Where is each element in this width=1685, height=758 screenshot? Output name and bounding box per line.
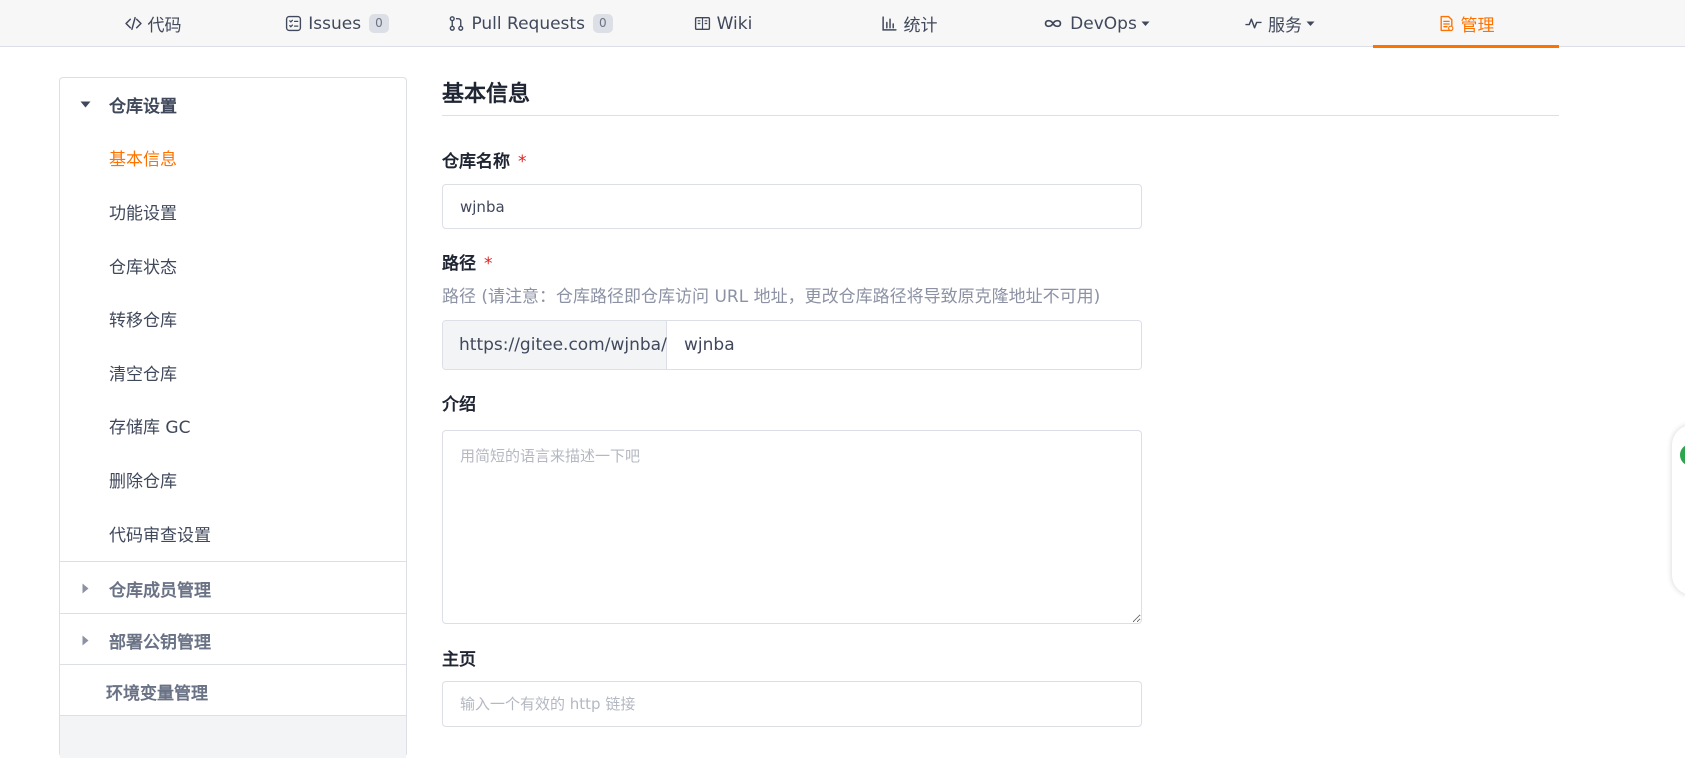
sidebar-item-storage-gc[interactable]: 存储库 GC (109, 413, 190, 438)
sidebar-item-env-vars[interactable]: 环境变量管理 (60, 665, 406, 717)
sidebar-group-label: 环境变量管理 (106, 683, 208, 704)
tab-manage[interactable]: 管理 (1373, 0, 1559, 48)
tab-issues-label: Issues (308, 13, 362, 34)
homepage-input[interactable] (442, 681, 1142, 727)
sidebar-item-feature-settings[interactable]: 功能设置 (109, 199, 177, 224)
title-divider (442, 115, 1559, 116)
repo-name-label-text: 仓库名称 (442, 152, 510, 172)
repo-nav-bar: 代码 Issues 0 Pull Requests 0 Wiki 统计 DevO… (0, 0, 1685, 48)
chart-icon (881, 15, 898, 32)
path-url-prefix: https://gitee.com/wjnba/ (443, 321, 667, 369)
caret-right-icon (82, 583, 89, 594)
issues-count-badge: 0 (369, 14, 389, 33)
sidebar-item-repo-status[interactable]: 仓库状态 (109, 253, 177, 278)
intro-label: 介绍 (442, 395, 476, 415)
tab-pull-requests-label: Pull Requests (471, 13, 585, 34)
chevron-down-icon (1141, 21, 1150, 27)
sidebar-item-clear-repo[interactable]: 清空仓库 (109, 360, 177, 385)
tab-pull-requests[interactable]: Pull Requests 0 (450, 0, 613, 47)
tab-code-label: 代码 (147, 16, 182, 36)
sidebar-next-group (60, 716, 406, 758)
tab-wiki[interactable]: Wiki (693, 0, 753, 47)
infinity-icon (1042, 15, 1064, 32)
tab-issues[interactable]: Issues 0 (285, 0, 389, 47)
sidebar-item-delete-repo[interactable]: 删除仓库 (109, 467, 177, 492)
tab-devops-label: DevOps (1070, 13, 1137, 34)
repo-name-label: 仓库名称 * (442, 147, 527, 172)
settings-sidebar: 仓库设置 基本信息 功能设置 仓库状态 转移仓库 清空仓库 存储库 GC 删除仓… (59, 77, 407, 758)
tab-services-label: 服务 (1268, 16, 1302, 36)
sidebar-item-transfer-repo[interactable]: 转移仓库 (109, 306, 177, 331)
tab-manage-label: 管理 (1460, 16, 1495, 36)
required-mark: * (484, 254, 493, 274)
homepage-label: 主页 (442, 650, 476, 670)
page-title: 基本信息 (442, 82, 531, 107)
sidebar-item-basic-info[interactable]: 基本信息 (109, 145, 177, 170)
sidebar-item-code-review-settings[interactable]: 代码审查设置 (109, 521, 211, 546)
caret-right-icon (82, 635, 89, 646)
sidebar-group-repo-settings[interactable]: 仓库设置 (60, 78, 406, 130)
sidebar-group-label: 仓库成员管理 (109, 580, 211, 601)
chevron-down-icon (1306, 21, 1315, 27)
intro-textarea[interactable] (442, 430, 1142, 624)
path-field-group: https://gitee.com/wjnba/ (442, 320, 1142, 370)
code-icon (124, 15, 142, 32)
tab-wiki-label: Wiki (716, 13, 753, 34)
caret-down-icon (80, 101, 91, 108)
sidebar-group-deploy-keys[interactable]: 部署公钥管理 (60, 614, 406, 666)
tab-stats-label: 统计 (903, 16, 938, 36)
tab-devops[interactable]: DevOps (1040, 0, 1152, 47)
tab-code[interactable]: 代码 (118, 0, 188, 47)
tab-stats[interactable]: 统计 (878, 0, 940, 47)
pull-requests-count-badge: 0 (592, 14, 613, 33)
pull-request-icon (448, 15, 465, 32)
path-label-text: 路径 (442, 254, 476, 274)
sidebar-group-members[interactable]: 仓库成员管理 (60, 562, 406, 614)
pulse-icon (1245, 15, 1262, 32)
manage-icon (1438, 15, 1455, 32)
tab-services[interactable]: 服务 (1243, 0, 1317, 47)
path-input[interactable] (667, 321, 1141, 369)
repo-name-input[interactable] (442, 184, 1142, 229)
required-mark: * (518, 152, 527, 172)
sidebar-group-label: 仓库设置 (109, 96, 177, 117)
path-label: 路径 * (442, 249, 493, 274)
sidebar-group-label: 部署公钥管理 (109, 632, 211, 653)
wiki-icon (694, 15, 711, 32)
issues-icon (285, 15, 302, 32)
path-hint: 路径 (请注意：仓库路径即仓库访问 URL 地址，更改仓库路径将导致原克隆地址不… (442, 287, 1101, 307)
